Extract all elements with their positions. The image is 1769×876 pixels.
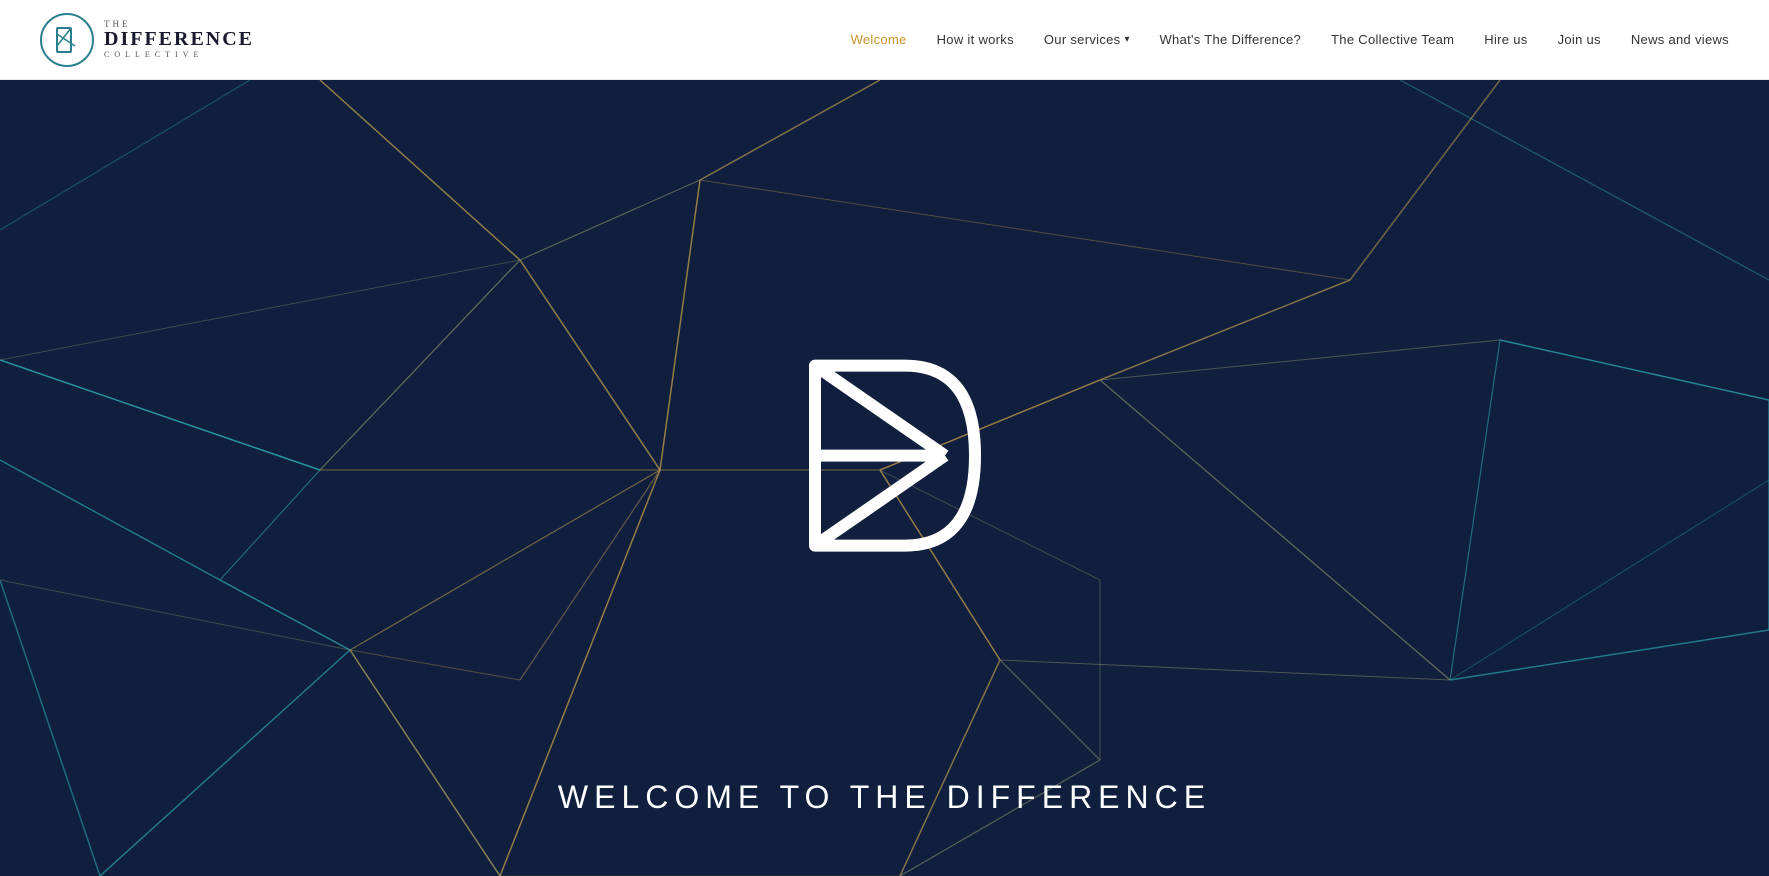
nav-the-collective-team[interactable]: The Collective Team xyxy=(1331,32,1454,47)
logo-icon xyxy=(40,13,94,67)
nav-join-us[interactable]: Join us xyxy=(1558,32,1601,47)
logo-text: THE DIFFERENCE COLLECTIVE xyxy=(104,20,254,59)
nav-whats-the-difference[interactable]: What's The Difference? xyxy=(1159,32,1301,47)
hero-section: WELCOME TO THE DIFFERENCE xyxy=(0,80,1769,876)
nav-welcome[interactable]: Welcome xyxy=(851,32,907,47)
nav-how-it-works[interactable]: How it works xyxy=(937,32,1014,47)
nav-news-and-views[interactable]: News and views xyxy=(1631,32,1729,47)
chevron-down-icon: ▾ xyxy=(1124,34,1129,45)
nav-hire-us[interactable]: Hire us xyxy=(1484,32,1527,47)
logo[interactable]: THE DIFFERENCE COLLECTIVE xyxy=(40,13,254,67)
hero-title: WELCOME TO THE DIFFERENCE xyxy=(558,779,1211,816)
nav-our-services-link[interactable]: Our services xyxy=(1044,32,1121,47)
nav-our-services[interactable]: Our services ▾ xyxy=(1044,32,1130,47)
site-header: THE DIFFERENCE COLLECTIVE Welcome How it… xyxy=(0,0,1769,80)
hero-center-logo xyxy=(745,316,1025,596)
main-nav: Welcome How it works Our services ▾ What… xyxy=(851,32,1729,47)
